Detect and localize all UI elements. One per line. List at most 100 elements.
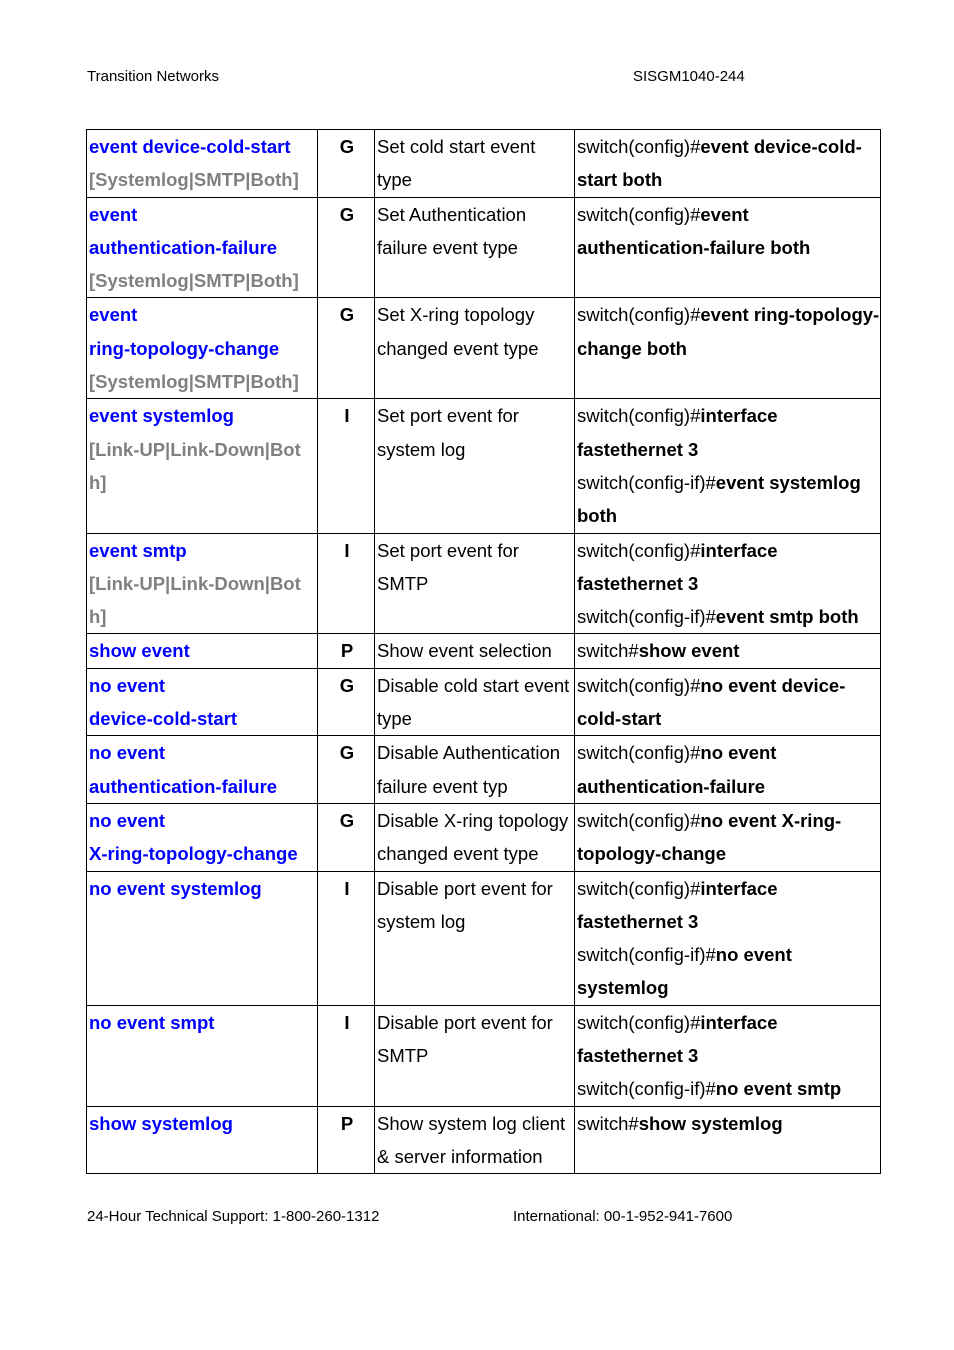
- example-cell: switch(config)#interface fastethernet 3s…: [574, 532, 881, 635]
- example-prompt: switch(config)#: [577, 742, 701, 764]
- table-row: show systemlog P Show system log client & …: [86, 1105, 881, 1175]
- command-cell: show event: [86, 633, 318, 669]
- command-cell: event ring-topology-change [Systemlog|SMTP…: [86, 297, 318, 400]
- command-name: show systemlog: [89, 1112, 233, 1134]
- header-doc-id: SISGM1040-244: [633, 68, 745, 85]
- description-cell: Set cold start event type: [374, 129, 575, 198]
- example-prompt: switch(config-if)#: [577, 606, 716, 628]
- example-prompt: switch#: [577, 640, 639, 662]
- command-name: authentication-failure: [89, 775, 278, 797]
- command-name: no event: [89, 674, 166, 696]
- example-prompt: switch(config)#: [577, 304, 701, 326]
- description-cell: Show event selection: [374, 633, 575, 669]
- example-cell: switch(config)#interface fastethernet 3s…: [574, 398, 881, 534]
- command-name: event: [89, 304, 138, 326]
- example-command: show event: [638, 640, 740, 662]
- example-prompt: switch(config-if)#: [577, 471, 716, 493]
- example-line: switch(config)#interface fastethernet 3: [577, 399, 880, 466]
- command-parameters: [Link-UP|Link-Down|Both]: [89, 438, 301, 493]
- example-line: switch#show event: [577, 634, 880, 667]
- example-prompt: switch#: [577, 1112, 639, 1134]
- command-name: no event: [89, 809, 166, 831]
- example-cell: switch(config)#interface fastethernet 3s…: [574, 1004, 881, 1107]
- table-row: show event P Show event selection switch#sh…: [86, 633, 881, 669]
- description-cell: Disable port event for system log: [374, 870, 575, 1006]
- command-name: device-cold-start: [89, 708, 238, 730]
- example-line: switch#show systemlog: [577, 1107, 880, 1140]
- example-line: switch(config)#no event authentication-f…: [577, 736, 880, 803]
- command-parameters: [Link-UP|Link-Down|Both]: [89, 572, 301, 628]
- mode-cell: G: [317, 735, 375, 804]
- example-command: show systemlog: [638, 1112, 783, 1134]
- command-table-body: event device-cold-start [Systemlog|SMTP|B…: [86, 129, 881, 1175]
- command-parameters: [Systemlog|SMTP|Both]: [89, 169, 299, 191]
- command-parameters: [Systemlog|SMTP|Both]: [89, 270, 299, 292]
- table-row: no event authentication-failure G Disable A…: [86, 735, 881, 804]
- command-cell: no event authentication-failure: [86, 735, 318, 804]
- command-cell: event authentication-failure [Systemlog|SM…: [86, 196, 318, 299]
- example-line: switch(config-if)#no event smtp: [577, 1072, 880, 1105]
- example-prompt: switch(config)#: [577, 405, 701, 427]
- command-cell: no event device-cold-start: [86, 667, 318, 737]
- footer-international: International: 00-1-952-941-7600: [513, 1208, 733, 1225]
- description-cell: Set X-ring topology changed event type: [374, 297, 575, 400]
- example-cell: switch(config)#event ring-topology-chang…: [574, 297, 881, 400]
- command-name: authentication-failure: [89, 236, 278, 258]
- example-cell: switch#show systemlog: [574, 1105, 881, 1175]
- table-row: no event device-cold-start G Disable cold s…: [86, 667, 881, 737]
- example-line: switch(config)#event authentication-fail…: [577, 198, 880, 265]
- description-cell: Disable port event for SMTP: [374, 1004, 575, 1107]
- example-command: no event smtp: [715, 1078, 842, 1100]
- command-name: no event smpt: [89, 1011, 215, 1033]
- mode-cell: I: [317, 398, 375, 534]
- table-row: event systemlog [Link-UP|Link-Down|Both] I…: [86, 398, 881, 534]
- mode-cell: I: [317, 1004, 375, 1107]
- table-row: event authentication-failure [Systemlog|SM…: [86, 196, 881, 299]
- command-cell: event systemlog [Link-UP|Link-Down|Both]: [86, 398, 318, 534]
- mode-cell: G: [317, 129, 375, 198]
- example-line: switch(config)#event ring-topology-chang…: [577, 298, 880, 365]
- footer-support: 24-Hour Technical Support: 1-800-260-131…: [87, 1208, 380, 1225]
- command-cell: no event systemlog: [86, 870, 318, 1006]
- mode-cell: G: [317, 196, 375, 299]
- example-cell: switch(config)#no event X-ring-topology-…: [574, 802, 881, 872]
- example-command: event smtp both: [715, 606, 859, 628]
- mode-cell: G: [317, 667, 375, 737]
- example-prompt: switch(config)#: [577, 136, 701, 157]
- description-cell: Set port event for system log: [374, 398, 575, 534]
- command-parameters: [Systemlog|SMTP|Both]: [89, 371, 299, 393]
- table-row: no event systemlog I Disable port event fo…: [86, 870, 881, 1006]
- command-name: X-ring-topology-change: [89, 843, 298, 865]
- command-cell: event smtp [Link-UP|Link-Down|Both]: [86, 532, 318, 635]
- example-cell: switch(config)#no event authentication-f…: [574, 735, 881, 804]
- example-line: switch(config-if)#event smtp both: [577, 600, 880, 633]
- example-line: switch(config)#interface fastethernet 3: [577, 872, 880, 939]
- command-cell: no event X-ring-topology-change: [86, 802, 318, 872]
- command-name: ring-topology-change: [89, 337, 280, 359]
- mode-cell: P: [317, 1105, 375, 1175]
- description-cell: Disable Authentication failure event typ: [374, 735, 575, 804]
- command-name: event: [89, 203, 138, 225]
- command-name: event systemlog: [89, 405, 234, 427]
- mode-cell: P: [317, 633, 375, 669]
- command-name: event device-cold-start: [89, 136, 291, 157]
- example-line: switch(config)#interface fastethernet 3: [577, 534, 880, 601]
- description-cell: Disable cold start event type: [374, 667, 575, 737]
- command-name: event smtp: [89, 539, 187, 561]
- header-company: Transition Networks: [87, 68, 219, 85]
- example-cell: switch(config)#event authentication-fail…: [574, 196, 881, 299]
- example-cell: switch#show event: [574, 633, 881, 669]
- mode-cell: G: [317, 802, 375, 872]
- command-table: event device-cold-start [Systemlog|SMTP|B…: [86, 129, 881, 1175]
- example-line: switch(config-if)#event systemlog both: [577, 466, 880, 533]
- table-row: no event X-ring-topology-change G Disable X…: [86, 802, 881, 872]
- example-prompt: switch(config)#: [577, 1011, 701, 1033]
- example-line: switch(config-if)#no event systemlog: [577, 938, 880, 1005]
- example-cell: switch(config)#no event device-cold-star…: [574, 667, 881, 737]
- example-prompt: switch(config-if)#: [577, 1078, 716, 1100]
- table-row: event smtp [Link-UP|Link-Down|Both] I Set p…: [86, 532, 881, 635]
- mode-cell: G: [317, 297, 375, 400]
- example-prompt: switch(config)#: [577, 809, 701, 831]
- example-line: switch(config)#no event X-ring-topology-…: [577, 804, 880, 871]
- description-cell: Set Authentication failure event type: [374, 196, 575, 299]
